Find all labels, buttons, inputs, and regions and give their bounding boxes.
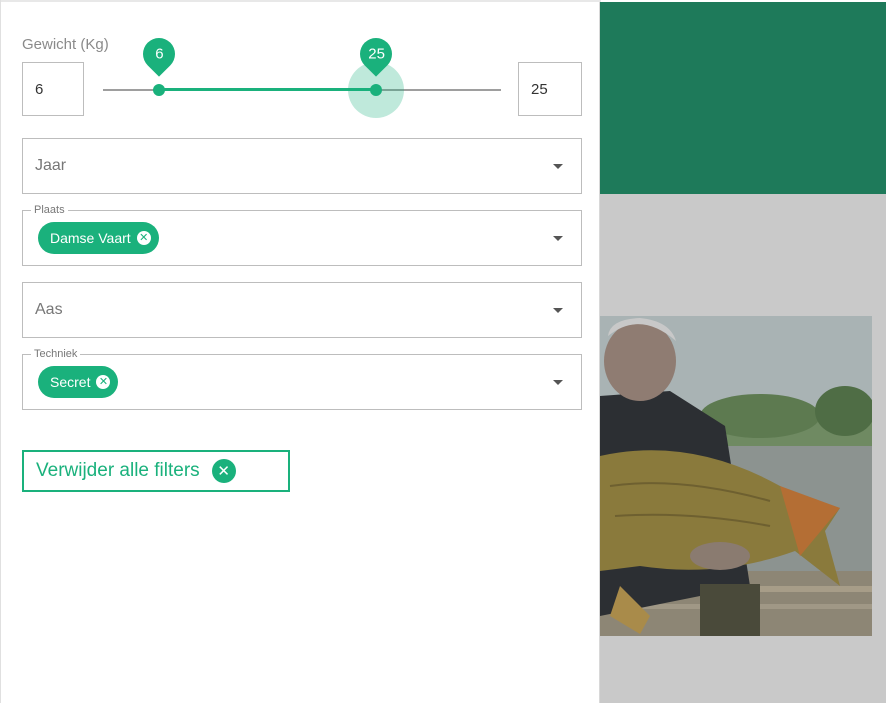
- plaats-select[interactable]: Plaats Damse Vaart ✕: [22, 203, 582, 266]
- caret-down-icon[interactable]: [553, 164, 563, 169]
- jaar-placeholder: Jaar: [35, 157, 67, 174]
- weight-label: Gewicht (Kg): [22, 36, 109, 53]
- caret-down-icon[interactable]: [553, 308, 563, 313]
- caret-down-icon[interactable]: [553, 380, 563, 385]
- weight-slider-track: [159, 88, 376, 91]
- techniek-chip[interactable]: Secret ✕: [38, 366, 119, 398]
- cancel-circle-icon[interactable]: ✕: [136, 231, 151, 245]
- weight-slider-max-value: 25: [367, 45, 385, 63]
- jaar-select[interactable]: Jaar: [22, 138, 582, 194]
- weight-min-input[interactable]: 6: [22, 62, 84, 116]
- aas-select[interactable]: Aas: [22, 282, 582, 338]
- clear-all-filters-label: Verwijder alle filters: [36, 460, 200, 481]
- clear-all-filters-button[interactable]: Verwijder alle filters ✕: [22, 450, 290, 492]
- techniek-legend: Techniek: [31, 347, 81, 361]
- catch-photo: [600, 316, 872, 636]
- weight-max-input[interactable]: 25: [518, 62, 582, 116]
- caret-down-icon[interactable]: [553, 236, 563, 241]
- weight-slider-max-thumb[interactable]: [370, 84, 382, 96]
- drawer-top-border: [1, 0, 601, 2]
- weight-slider-min-value: 6: [154, 45, 164, 63]
- cancel-circle-icon: ✕: [211, 459, 236, 483]
- plaats-chip[interactable]: Damse Vaart ✕: [38, 222, 159, 254]
- plaats-chip-label: Damse Vaart: [50, 230, 131, 246]
- weight-slider-min-thumb[interactable]: [153, 84, 165, 96]
- weight-slider-min-value-label: 6: [136, 31, 182, 77]
- filter-drawer: Gewicht (Kg) 6 6 25 25 Jaar Plaats Damse…: [0, 0, 601, 703]
- cancel-circle-icon[interactable]: ✕: [96, 375, 111, 389]
- plaats-legend: Plaats: [31, 203, 68, 217]
- techniek-select[interactable]: Techniek Secret ✕: [22, 347, 582, 410]
- aas-placeholder: Aas: [35, 301, 63, 318]
- techniek-chip-label: Secret: [50, 374, 91, 390]
